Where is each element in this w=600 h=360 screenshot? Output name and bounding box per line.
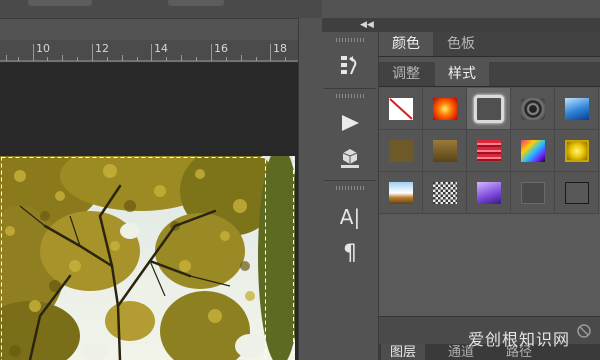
adjust-styles-tabs: 调整 样式 <box>379 62 600 87</box>
style-none[interactable] <box>379 88 423 130</box>
collapse-panels-icon[interactable]: ◀◀ <box>360 18 374 32</box>
actions-play-icon[interactable] <box>334 110 366 136</box>
style-bronze[interactable] <box>423 130 467 172</box>
outline-square-swatch <box>564 181 589 204</box>
no-style-icon[interactable] <box>576 323 592 339</box>
red-stripes-swatch <box>476 139 501 162</box>
panel-grip[interactable] <box>336 94 364 98</box>
history-icon[interactable] <box>334 52 366 78</box>
ruler-label: 16 <box>214 42 228 55</box>
style-olive-matte[interactable] <box>379 130 423 172</box>
tab-layers[interactable]: 图层 <box>381 344 425 360</box>
style-rainbow[interactable] <box>511 130 555 172</box>
divider <box>324 180 376 181</box>
olive-matte-swatch <box>388 139 413 162</box>
no-style-swatch <box>388 97 413 120</box>
3d-object-icon[interactable] <box>334 146 366 172</box>
style-red-stripes[interactable] <box>467 130 511 172</box>
panel-grip[interactable] <box>336 186 364 190</box>
style-black-ring[interactable] <box>511 88 555 130</box>
options-bar <box>0 0 322 19</box>
watermark: 爱创根知识网 <box>468 330 571 349</box>
document-canvas[interactable] <box>0 63 298 360</box>
tab-styles[interactable]: 样式 <box>435 62 489 86</box>
sky-gradient-swatch <box>388 181 413 204</box>
rainbow-swatch <box>520 139 545 162</box>
options-bar-control[interactable] <box>28 0 92 6</box>
ruler-label: 10 <box>36 42 50 55</box>
horizontal-ruler: 10 12 14 16 18 <box>0 40 298 63</box>
style-gray-square[interactable] <box>511 172 555 214</box>
character-icon[interactable]: A| <box>334 204 366 230</box>
style-outline-square[interactable] <box>555 172 599 214</box>
photoshop-window: 10 12 14 16 18 ◀◀ A| ¶ 颜色 色板 调整 样式 图层 通道… <box>0 0 600 360</box>
iconic-panel-strip: A| ¶ <box>322 32 379 360</box>
autumn-tree-photo <box>0 156 295 360</box>
tab-color[interactable]: 颜色 <box>379 32 433 56</box>
style-gray-bevel[interactable] <box>467 88 511 130</box>
style-red-glow[interactable] <box>423 88 467 130</box>
purple-bevel-swatch <box>476 181 501 204</box>
gold-bevel-swatch <box>564 139 589 162</box>
style-gold-bevel[interactable] <box>555 130 599 172</box>
style-noise[interactable] <box>423 172 467 214</box>
gray-square-swatch <box>520 181 545 204</box>
styles-grid <box>379 88 600 348</box>
red-glow-swatch <box>432 97 457 120</box>
ruler-label: 12 <box>95 42 109 55</box>
panel-grip[interactable] <box>336 38 364 42</box>
ruler-label: 18 <box>273 42 287 55</box>
noise-swatch <box>432 181 457 204</box>
style-purple-bevel[interactable] <box>467 172 511 214</box>
style-sky-gradient[interactable] <box>379 172 423 214</box>
paragraph-icon[interactable]: ¶ <box>334 240 366 266</box>
bronze-swatch <box>432 139 457 162</box>
style-blue-glass[interactable] <box>555 88 599 130</box>
ruler-label: 14 <box>154 42 168 55</box>
options-bar-control[interactable] <box>168 0 224 6</box>
tab-swatches[interactable]: 色板 <box>435 32 487 56</box>
divider <box>324 88 376 89</box>
black-ring-swatch <box>520 97 545 120</box>
blue-glass-swatch <box>564 97 589 120</box>
color-swatches-tabs: 颜色 色板 <box>379 32 600 57</box>
gray-bevel-swatch <box>473 94 504 123</box>
panel-gutter <box>298 18 323 360</box>
styles-panel: 颜色 色板 调整 样式 图层 通道 路径 <box>379 32 600 360</box>
tab-adjustments[interactable]: 调整 <box>379 62 433 86</box>
